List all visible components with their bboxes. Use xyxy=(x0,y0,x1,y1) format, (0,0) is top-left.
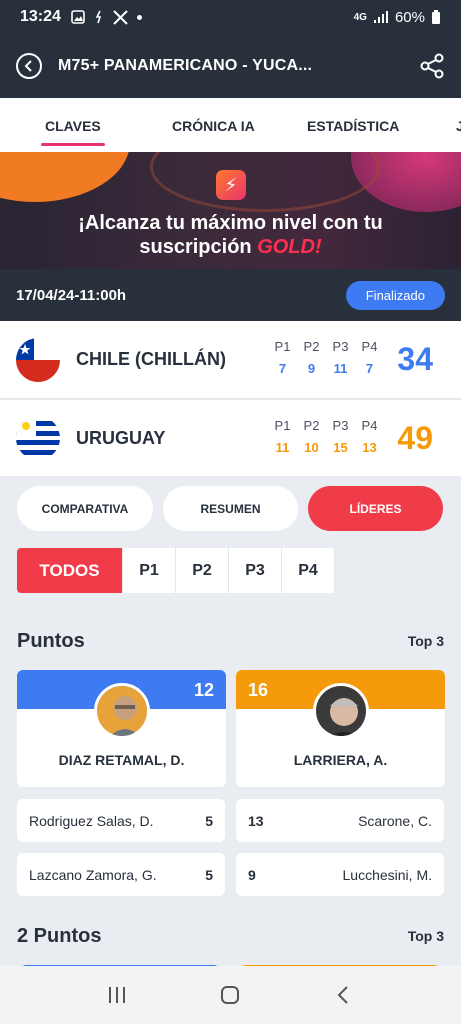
system-nav-bar xyxy=(0,966,461,1024)
chevron-left-icon xyxy=(24,60,32,72)
tab-more[interactable]: J xyxy=(456,118,461,134)
x-logo-icon xyxy=(113,9,128,25)
signal-icon xyxy=(373,11,388,23)
list-item[interactable]: Rodriguez Salas, D. 5 xyxy=(17,799,225,842)
period-label: P3 xyxy=(332,418,349,433)
network-label: 4G xyxy=(353,11,367,23)
leader-card-home[interactable]: 12 DIAZ RETAMAL, D. xyxy=(17,670,226,787)
period-scores: P1 7 P2 9 P3 11 P4 7 xyxy=(272,339,380,376)
tab-lideres[interactable]: LÍDERES xyxy=(308,486,443,531)
share-icon[interactable] xyxy=(419,53,445,79)
battery-icon xyxy=(432,10,440,24)
home-icon[interactable] xyxy=(219,984,241,1006)
app-bar: M75+ PANAMERICANO - YUCA... xyxy=(0,34,461,98)
accessibility-icon xyxy=(95,10,102,24)
back-icon[interactable] xyxy=(333,984,355,1006)
game-datetime: 17/04/24-11:00h xyxy=(16,286,127,304)
promo-banner[interactable]: ⚡ ¡Alcanza tu máximo nivel con tu suscri… xyxy=(0,152,461,269)
period-score: 7 xyxy=(365,361,374,376)
image-icon xyxy=(71,10,85,24)
filter-todos[interactable]: TODOS xyxy=(17,548,123,593)
status-time: 13:24 xyxy=(20,8,61,25)
tab-bar: CLAVES CRÓNICA IA ESTADÍSTICA J xyxy=(0,98,461,152)
player-points: 9 xyxy=(248,866,256,883)
list-item[interactable]: 13 Scarone, C. xyxy=(236,799,444,842)
banner-line-2-prefix: suscripción xyxy=(139,236,258,258)
tab-comparativa[interactable]: COMPARATIVA xyxy=(17,486,153,531)
period-score: 9 xyxy=(307,361,316,376)
leader-card-away[interactable]: 16 LARRIERA, A. xyxy=(236,670,445,787)
period-score: 10 xyxy=(304,440,319,455)
tab-claves[interactable]: CLAVES xyxy=(41,118,105,146)
banner-gold-label: GOLD! xyxy=(257,236,322,258)
leader-points: 12 xyxy=(193,680,214,700)
period-label: P2 xyxy=(303,418,320,433)
chile-flag-icon xyxy=(16,337,60,382)
period-scores: P1 11 P2 10 P3 15 P4 13 xyxy=(272,418,380,455)
leader-name: DIAZ RETAMAL, D. xyxy=(58,752,185,768)
player-points: 5 xyxy=(205,812,213,829)
page-title: M75+ PANAMERICANO - YUCA... xyxy=(58,57,313,74)
game-info-bar: 17/04/24-11:00h Finalizado xyxy=(0,269,461,321)
period-filter: TODOS P1 P2 P3 P4 xyxy=(17,548,335,593)
leader-name: LARRIERA, A. xyxy=(293,752,388,768)
team-row-home: CHILE (CHILLÁN) P1 7 P2 9 P3 11 P4 7 34 xyxy=(0,321,461,399)
section-title: Puntos xyxy=(17,630,85,652)
team-total-score: 49 xyxy=(397,419,433,456)
banner-line-2: suscripción GOLD! xyxy=(0,236,461,259)
team-total-score: 34 xyxy=(397,341,433,377)
team-name: CHILE (CHILLÁN) xyxy=(76,349,226,369)
period-score: 11 xyxy=(333,361,348,376)
tab-cronica-ia[interactable]: CRÓNICA IA xyxy=(172,118,255,134)
period-score: 15 xyxy=(333,440,348,455)
status-bar: 13:24 4G 60% xyxy=(0,0,461,34)
dot-icon xyxy=(136,14,142,20)
player-name: Scarone, C. xyxy=(358,812,432,829)
leader-points: 16 xyxy=(248,680,269,700)
status-badge: Finalizado xyxy=(345,280,445,310)
period-score: 7 xyxy=(278,361,287,376)
battery-label: 60% xyxy=(394,8,425,26)
period-label: P4 xyxy=(361,339,378,354)
period-label: P2 xyxy=(303,339,320,354)
filter-p3[interactable]: P3 xyxy=(229,548,282,593)
period-label: P3 xyxy=(332,339,349,354)
banner-line-1: ¡Alcanza tu máximo nivel con tu xyxy=(78,212,383,234)
app-logo-icon: ⚡ xyxy=(216,170,246,200)
period-score: 13 xyxy=(362,440,377,455)
tab-estadistica[interactable]: ESTADÍSTICA xyxy=(307,118,399,134)
list-item[interactable]: Lazcano Zamora, G. 5 xyxy=(17,853,225,896)
filter-p2[interactable]: P2 xyxy=(176,548,229,593)
top-label: Top 3 xyxy=(407,633,444,649)
player-points: 13 xyxy=(248,812,264,829)
uruguay-flag-icon xyxy=(16,416,60,460)
recent-apps-icon[interactable] xyxy=(106,985,128,1005)
top-label: Top 3 xyxy=(407,928,444,944)
filter-p1[interactable]: P1 xyxy=(123,548,176,593)
avatar xyxy=(93,683,150,739)
list-item[interactable]: 9 Lucchesini, M. xyxy=(236,853,444,896)
section-title: 2 Puntos xyxy=(17,925,102,947)
player-name: Lazcano Zamora, G. xyxy=(29,866,157,883)
filter-p4[interactable]: P4 xyxy=(282,548,335,593)
period-score: 11 xyxy=(275,440,290,455)
period-label: P1 xyxy=(274,339,291,354)
player-points: 5 xyxy=(205,866,213,883)
period-label: P4 xyxy=(361,418,378,433)
player-name: Lucchesini, M. xyxy=(342,866,432,883)
back-button[interactable] xyxy=(16,53,42,79)
banner-decoration xyxy=(0,152,130,202)
team-row-away: URUGUAY P1 11 P2 10 P3 15 P4 13 49 xyxy=(0,400,461,476)
avatar xyxy=(312,683,369,739)
basketball-hoop-image xyxy=(150,152,380,212)
tab-resumen[interactable]: RESUMEN xyxy=(163,486,298,531)
period-label: P1 xyxy=(274,418,291,433)
team-name: URUGUAY xyxy=(76,427,166,448)
player-name: Rodriguez Salas, D. xyxy=(29,812,154,829)
